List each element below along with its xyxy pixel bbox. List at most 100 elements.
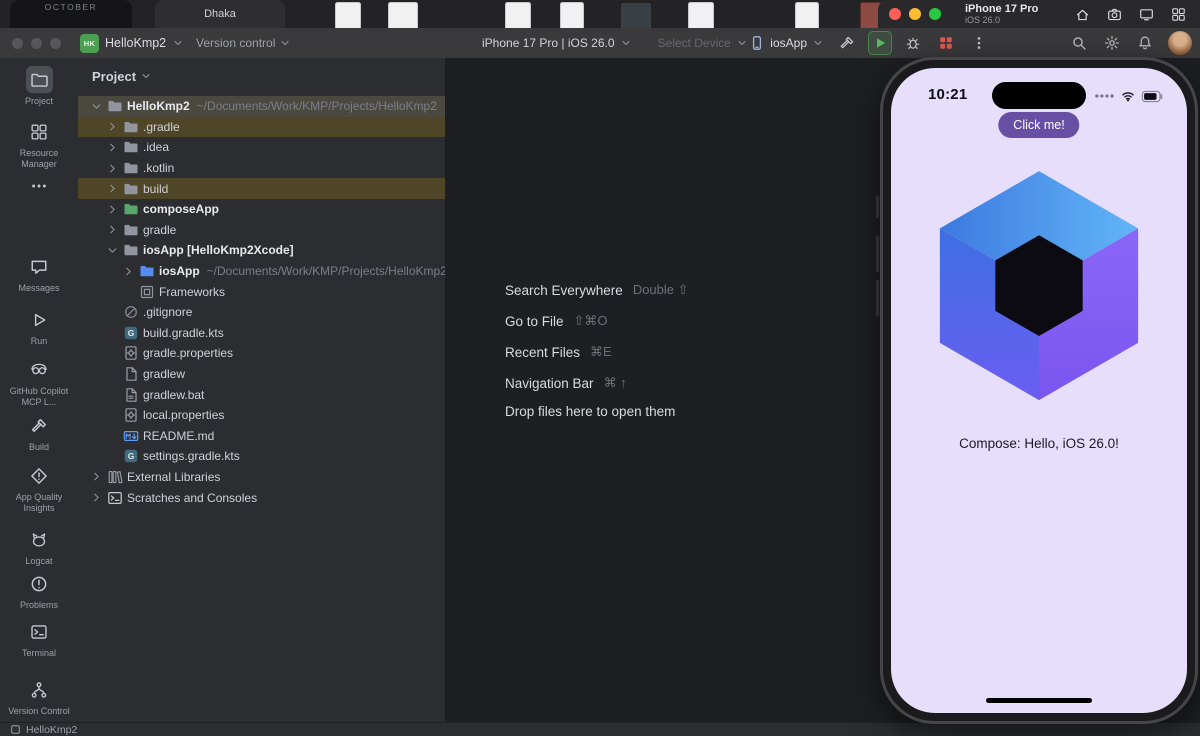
chevron-right-icon[interactable]: [106, 162, 119, 175]
tree-row-local-properties[interactable]: local.properties: [78, 405, 445, 426]
tree-row-idea[interactable]: .idea: [78, 137, 445, 158]
chevron-right-icon[interactable]: [106, 223, 119, 236]
settings-button[interactable]: [1100, 31, 1124, 55]
run-configuration-selector[interactable]: iosApp: [749, 35, 824, 51]
chevron-down-icon[interactable]: [106, 244, 119, 257]
close-button[interactable]: [889, 8, 901, 20]
device-toolbar: iPhone 17 Pro | iOS 26.0 Select Device: [482, 28, 748, 58]
window-thumbnail[interactable]: [505, 2, 531, 28]
window-thumbnail[interactable]: [388, 2, 418, 28]
tree-row-build-gradle-kts[interactable]: Gbuild.gradle.kts: [78, 323, 445, 344]
tree-row-scratches-and-consoles[interactable]: Scratches and Consoles: [78, 487, 445, 508]
tool-stripe-item-build[interactable]: Build: [0, 412, 78, 453]
tree-row-gradle-properties[interactable]: gradle.properties: [78, 343, 445, 364]
tree-row-iosapp[interactable]: iosApp ~/Documents/Work/KMP/Projects/Hell…: [78, 261, 445, 282]
tree-item-label: .gradle: [143, 119, 180, 134]
tree-row-composeapp[interactable]: composeApp: [78, 199, 445, 220]
select-device-dropdown[interactable]: Select Device: [658, 36, 748, 50]
screenshot: OCTOBER Dhaka HK HelloKmp2 Version contr…: [0, 0, 1200, 736]
background-window-dhaka[interactable]: Dhaka: [155, 0, 285, 28]
console-icon: [107, 490, 123, 506]
tool-stripe-label: Resource Manager: [19, 148, 59, 169]
folder-icon: [123, 242, 139, 258]
version-control-menu[interactable]: Version control: [196, 28, 291, 58]
shortcut-label: Navigation Bar: [505, 375, 594, 391]
volume-down-button[interactable]: [876, 280, 879, 316]
project-panel-header[interactable]: Project: [78, 58, 445, 94]
home-indicator[interactable]: [986, 698, 1092, 703]
iphone-screen[interactable]: 10:21 Click me! Compose: Hello, iOS 26.0…: [891, 68, 1187, 713]
window-thumbnail[interactable]: [335, 2, 361, 28]
chevron-right-icon[interactable]: [106, 141, 119, 154]
frameworks-icon: [139, 284, 155, 300]
tree-row-gradlew[interactable]: gradlew: [78, 364, 445, 385]
tree-row-gradlew-bat[interactable]: gradlew.bat: [78, 384, 445, 405]
tool-stripe-item-run[interactable]: Run: [0, 306, 78, 347]
window-thumbnail[interactable]: [688, 2, 714, 28]
chevron-right-icon[interactable]: [90, 470, 103, 483]
window-thumbnail[interactable]: [620, 2, 652, 28]
tool-stripe-item-app-quality-insights[interactable]: App Quality Insights: [0, 462, 78, 514]
tree-item-label: composeApp: [143, 202, 220, 217]
tree-row-frameworks[interactable]: Frameworks: [78, 281, 445, 302]
folder-icon: [107, 98, 123, 114]
project-selector[interactable]: HK HelloKmp2: [80, 28, 184, 58]
tool-stripe-item-more-tool-windows[interactable]: [0, 172, 78, 199]
profiler-button[interactable]: [934, 31, 958, 55]
shortcut-keys: Double ⇧: [632, 282, 689, 297]
tree-row-readme-md[interactable]: README.md: [78, 426, 445, 447]
apps-button[interactable]: [1168, 4, 1188, 24]
chevron-right-icon[interactable]: [90, 491, 103, 504]
tree-row-external-libraries[interactable]: External Libraries: [78, 467, 445, 488]
tree-row-settings-gradle-kts[interactable]: Gsettings.gradle.kts: [78, 446, 445, 467]
tree-row-gradle[interactable]: gradle: [78, 220, 445, 241]
tool-stripe-item-github-copilot[interactable]: GitHub Copilot MCP L...: [0, 356, 78, 408]
action-button[interactable]: [876, 196, 879, 218]
tree-row-gitignore[interactable]: .gitignore: [78, 302, 445, 323]
volume-up-button[interactable]: [876, 236, 879, 272]
tree-row-build[interactable]: build: [78, 178, 445, 199]
aqi-icon: [30, 467, 48, 485]
tree-row-iosapp-hellokmp2xcode[interactable]: iosApp [HelloKmp2Xcode]: [78, 240, 445, 261]
close-button[interactable]: [12, 37, 23, 49]
display-button[interactable]: [1136, 4, 1156, 24]
simulator-titlebar[interactable]: iPhone 17 Pro iOS 26.0: [878, 0, 1200, 28]
more-actions-button[interactable]: [967, 31, 991, 55]
tool-stripe-item-resource-manager[interactable]: Resource Manager: [0, 118, 78, 170]
run-toolbar: iosApp: [749, 28, 1192, 58]
chevron-right-icon[interactable]: [122, 265, 135, 278]
build-button[interactable]: [835, 31, 859, 55]
tool-stripe-item-logcat[interactable]: Logcat: [0, 526, 78, 567]
screenshot-button[interactable]: [1104, 4, 1124, 24]
tree-row-hellokmp2[interactable]: HelloKmp2 ~/Documents/Work/KMP/Projects/H…: [78, 96, 445, 117]
chevron-down-icon: [140, 70, 152, 82]
zoom-button[interactable]: [50, 37, 61, 49]
chevron-down-icon[interactable]: [90, 100, 103, 113]
run-button[interactable]: [868, 31, 892, 55]
tree-row-gradle[interactable]: .gradle: [78, 116, 445, 138]
user-avatar[interactable]: [1168, 31, 1192, 55]
window-thumbnail[interactable]: [560, 2, 584, 28]
chevron-right-icon[interactable]: [106, 120, 119, 133]
tree-row-kotlin[interactable]: .kotlin: [78, 158, 445, 179]
device-selector[interactable]: iPhone 17 Pro | iOS 26.0: [482, 36, 632, 50]
minimize-button[interactable]: [909, 8, 921, 20]
debug-button[interactable]: [901, 31, 925, 55]
home-button[interactable]: [1072, 4, 1092, 24]
notifications-button[interactable]: [1133, 31, 1157, 55]
search-everywhere-button[interactable]: [1067, 31, 1091, 55]
click-me-button[interactable]: Click me!: [998, 112, 1080, 138]
tool-stripe-item-project[interactable]: Project: [0, 66, 78, 107]
ios-status-bar: 10:21: [891, 80, 1187, 110]
shortcut-keys: ⌘E: [590, 344, 612, 359]
tool-stripe-item-problems[interactable]: Problems: [0, 570, 78, 611]
zoom-button[interactable]: [929, 8, 941, 20]
minimize-button[interactable]: [31, 37, 42, 49]
chevron-right-icon[interactable]: [106, 203, 119, 216]
chevron-right-icon[interactable]: [106, 182, 119, 195]
tool-stripe-item-terminal[interactable]: Terminal: [0, 618, 78, 659]
tool-stripe-item-version-control[interactable]: Version Control: [0, 676, 78, 717]
tool-stripe-item-messages[interactable]: Messages: [0, 253, 78, 294]
window-thumbnail[interactable]: [795, 2, 819, 28]
background-window-october[interactable]: OCTOBER: [10, 0, 132, 28]
